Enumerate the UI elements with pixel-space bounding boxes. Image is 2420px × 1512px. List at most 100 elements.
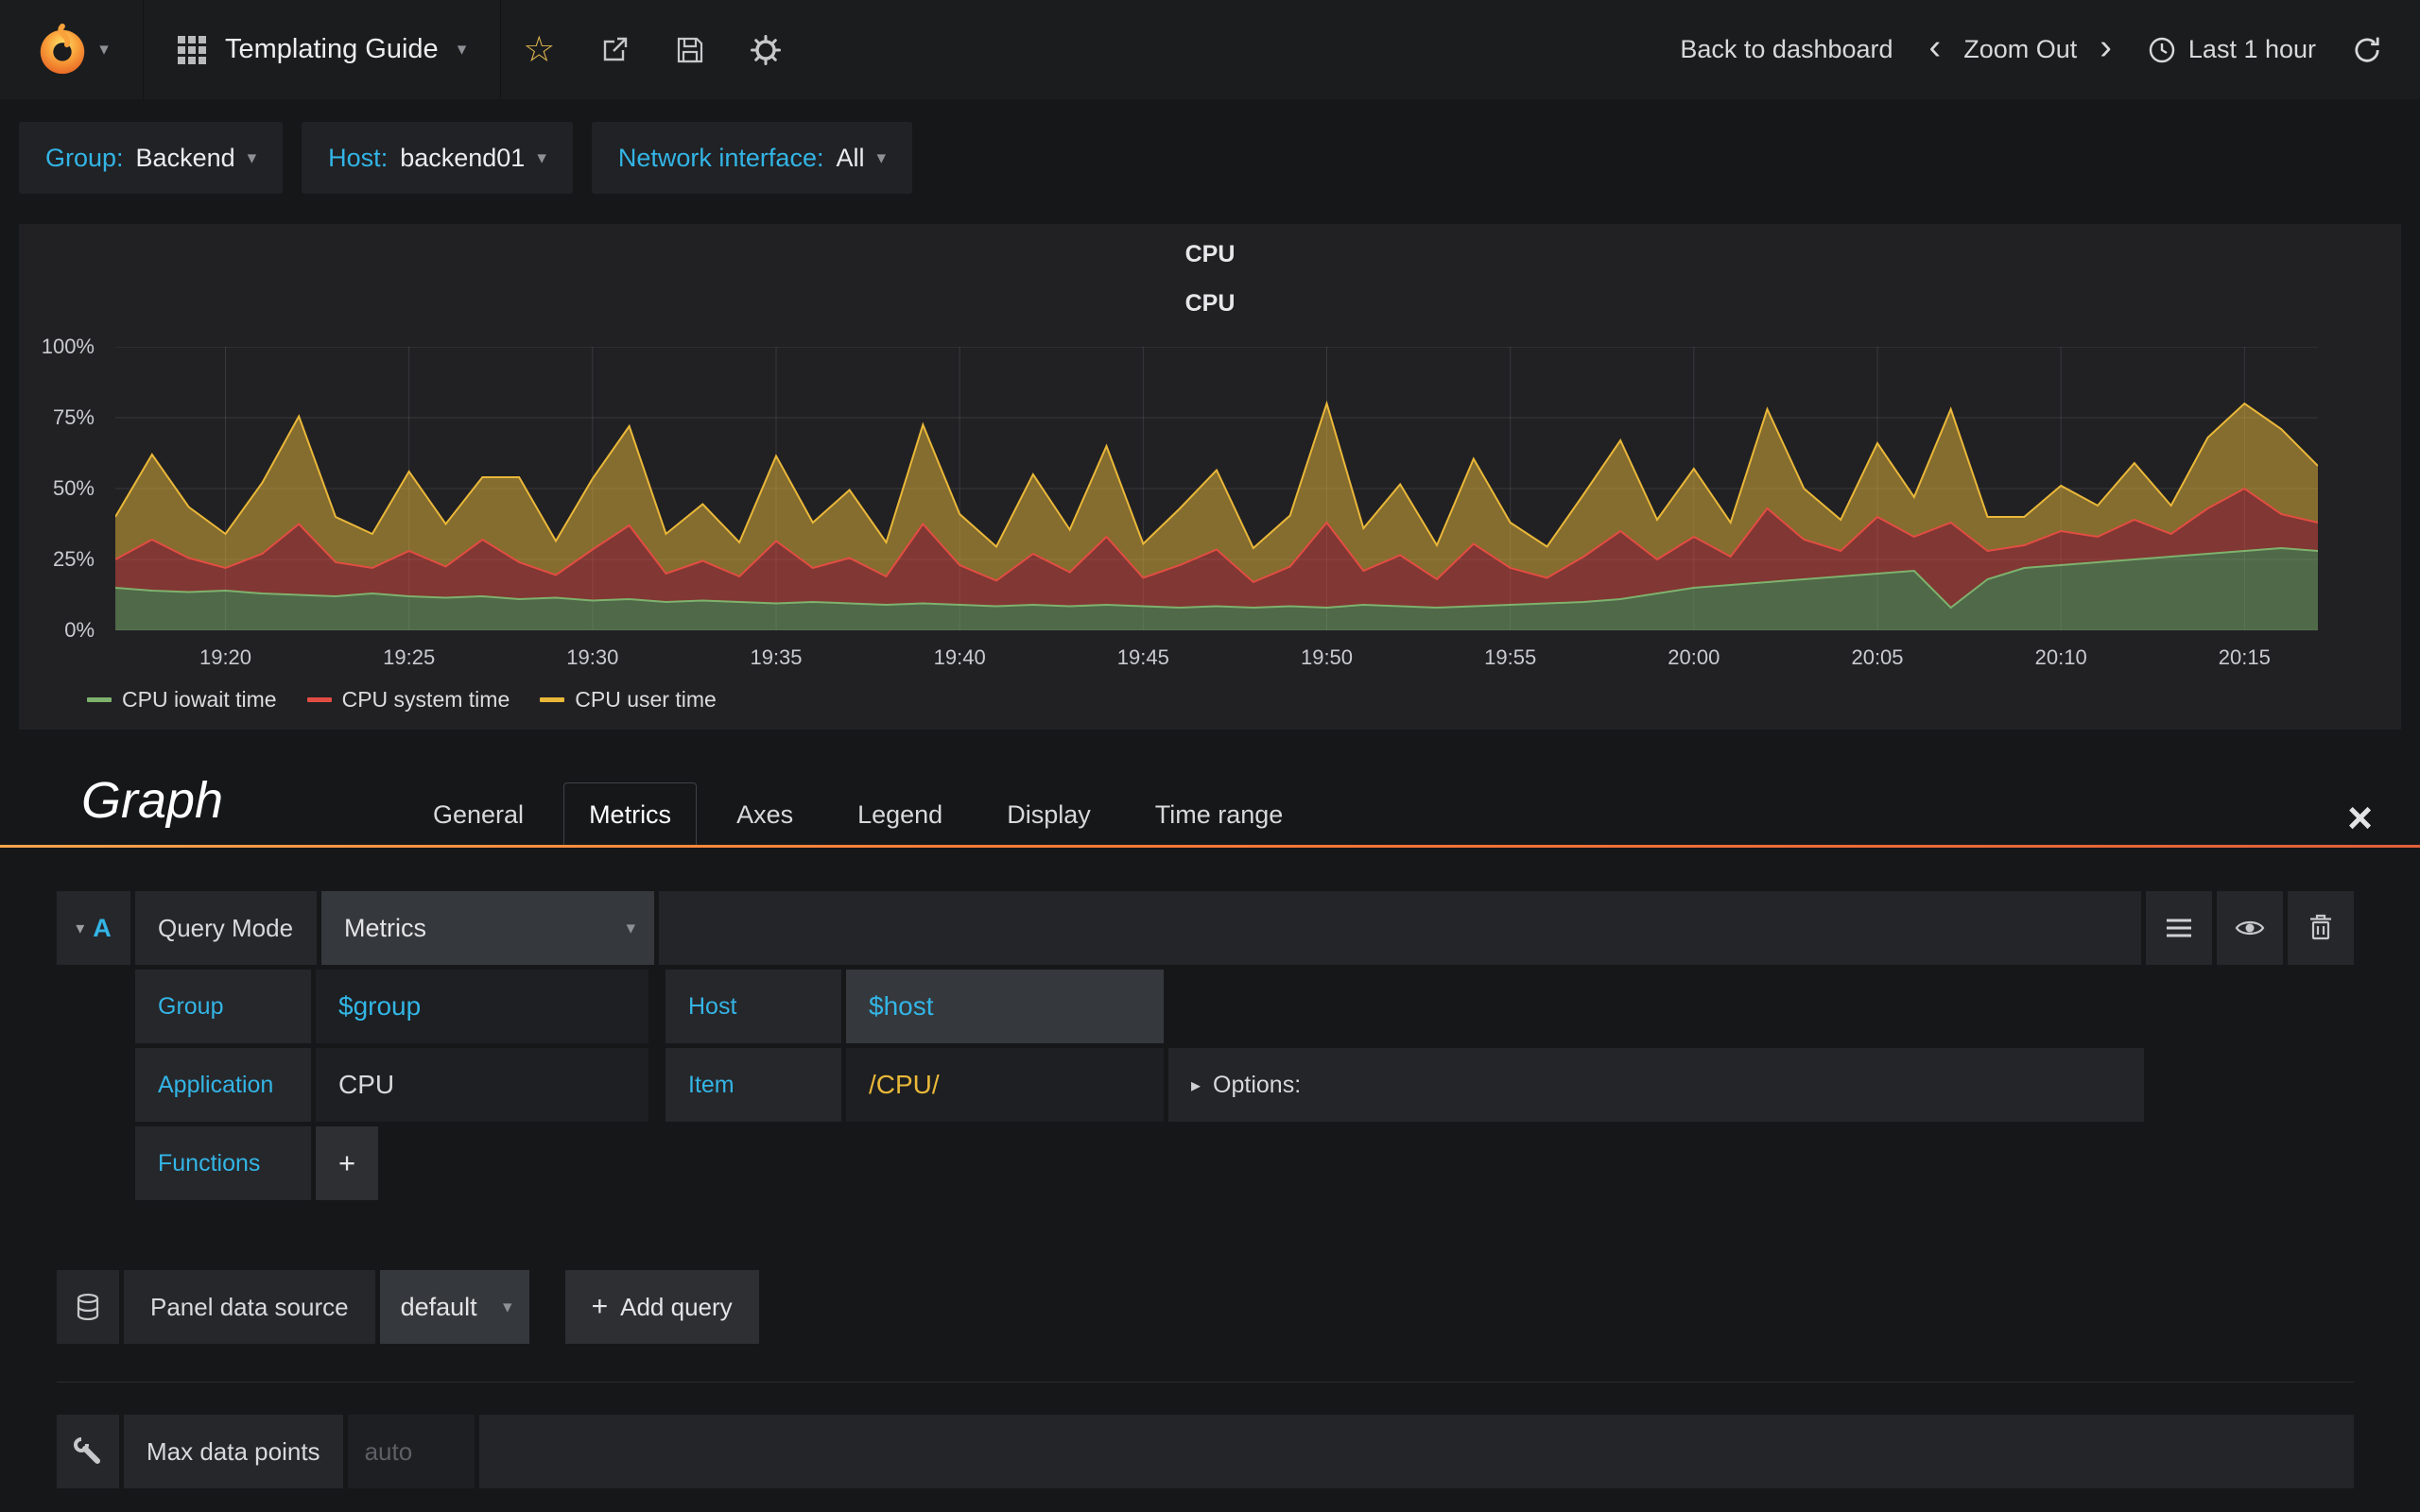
database-icon xyxy=(77,1293,99,1321)
tab-time-range[interactable]: Time range xyxy=(1131,783,1308,845)
row-indent xyxy=(57,970,130,1043)
navbar: ▾ Templating Guide ▾ ☆ Back to dashboard xyxy=(0,0,2420,99)
add-query-button[interactable]: + Add query xyxy=(564,1270,759,1344)
panel-title[interactable]: CPU xyxy=(19,239,2401,269)
grafana-logo-button[interactable]: ▾ xyxy=(0,0,144,99)
dashboard-title: Templating Guide xyxy=(225,34,439,64)
variable-netif-dropdown[interactable]: Network interface: All ▾ xyxy=(591,122,913,194)
host-label: Host xyxy=(666,970,841,1043)
variable-value: All xyxy=(836,143,865,172)
y-axis-tick-label: 25% xyxy=(52,547,95,571)
x-axis-labels: 19:20 19:25 19:30 19:35 19:40 19:45 19:50 19:55… xyxy=(115,640,2318,672)
host-input[interactable]: $host xyxy=(846,970,1164,1043)
x-axis-tick-label: 19:35 xyxy=(750,645,803,669)
datasource-select[interactable]: default ▾ xyxy=(379,1270,529,1344)
chevron-left-icon[interactable]: ‹ xyxy=(1929,29,1942,71)
add-function-button[interactable]: + xyxy=(316,1126,378,1200)
row-indent xyxy=(57,1126,130,1200)
query-row-mode: ▾ A Query Mode Metrics ▾ xyxy=(57,891,2354,965)
query-delete-button[interactable] xyxy=(2288,891,2354,965)
x-axis-tick-label: 19:40 xyxy=(933,645,986,669)
variable-host-dropdown[interactable]: Host: backend01 ▾ xyxy=(302,122,573,194)
x-axis-tick-label: 19:45 xyxy=(1116,645,1169,669)
options-label: Options: xyxy=(1213,1071,1302,1098)
query-menu-button[interactable] xyxy=(2146,891,2212,965)
chart-plot-area: 100% 75% 50% 25% 0% xyxy=(42,335,2318,642)
zoom-controls: ‹ Zoom Out › xyxy=(1929,29,2112,71)
star-dashboard-button[interactable]: ☆ xyxy=(501,0,577,99)
application-label: Application xyxy=(135,1048,311,1122)
legend-label: CPU iowait time xyxy=(122,687,277,712)
tab-metrics[interactable]: Metrics xyxy=(563,782,698,845)
query-toggle-visibility-button[interactable] xyxy=(2217,891,2283,965)
cpu-chart[interactable] xyxy=(115,347,2318,630)
template-variables-row: Group: Backend ▾ Host: backend01 ▾ Netwo… xyxy=(0,99,2420,194)
plus-icon: + xyxy=(591,1291,609,1322)
variable-value: Backend xyxy=(135,143,235,172)
share-icon xyxy=(604,37,628,60)
item-label: Item xyxy=(666,1048,841,1122)
legend-item[interactable]: CPU system time xyxy=(306,687,510,713)
eye-icon xyxy=(2235,920,2265,936)
variable-value: backend01 xyxy=(400,143,526,172)
tab-axes[interactable]: Axes xyxy=(712,783,818,845)
legend-label: CPU user time xyxy=(575,687,717,712)
settings-button[interactable] xyxy=(728,0,804,99)
save-dashboard-button[interactable] xyxy=(652,0,728,99)
refresh-button[interactable] xyxy=(2352,35,2382,65)
datasource-row: Panel data source default ▾ + Add query xyxy=(57,1270,2354,1344)
star-icon: ☆ xyxy=(523,29,556,70)
tab-display[interactable]: Display xyxy=(982,783,1115,845)
tab-general[interactable]: General xyxy=(408,783,548,845)
item-input[interactable]: /CPU/ xyxy=(846,1048,1164,1122)
application-input[interactable]: CPU xyxy=(316,1048,648,1122)
panel-editor-header: Graph General Metrics Axes Legend Displa… xyxy=(0,771,2420,845)
back-to-dashboard-link[interactable]: Back to dashboard xyxy=(1680,35,1893,64)
chart-title: CPU xyxy=(1184,290,1236,317)
max-data-points-label: Max data points xyxy=(124,1415,343,1488)
add-query-label: Add query xyxy=(620,1292,733,1321)
legend-item[interactable]: CPU iowait time xyxy=(87,687,277,713)
refresh-icon xyxy=(2355,37,2379,62)
share-dashboard-button[interactable] xyxy=(577,0,652,99)
row-indent xyxy=(57,1048,130,1122)
time-range-picker[interactable]: Last 1 hour xyxy=(2148,35,2316,64)
cpu-graph-panel: CPU CPU 100% 75% 50% 25% 0% 19:20 19:25 19:30 1… xyxy=(19,224,2401,730)
legend-swatch-icon xyxy=(306,697,332,702)
close-icon[interactable]: × xyxy=(2347,796,2386,845)
x-axis-tick-label: 19:50 xyxy=(1300,645,1354,669)
collapse-caret-icon: ▾ xyxy=(76,918,85,937)
legend-item[interactable]: CPU user time xyxy=(540,687,717,713)
caret-down-icon: ▾ xyxy=(99,40,109,60)
query-mode-select[interactable]: Metrics ▾ xyxy=(321,891,654,965)
query-ref-toggle[interactable]: ▾ A xyxy=(57,891,130,965)
dashboard-grid-icon xyxy=(178,35,206,64)
options-caret-icon: ▸ xyxy=(1191,1074,1201,1096)
row-filler xyxy=(478,1415,2354,1488)
group-input[interactable]: $group xyxy=(316,970,648,1043)
caret-down-icon: ▾ xyxy=(876,147,887,168)
query-mode-value: Metrics xyxy=(344,913,426,942)
datasource-icon-cell xyxy=(57,1270,119,1344)
dashboard-title-dropdown[interactable]: Templating Guide ▾ xyxy=(144,0,502,99)
tab-legend[interactable]: Legend xyxy=(833,783,967,845)
y-axis-tick-label: 75% xyxy=(52,405,95,429)
max-data-points-input[interactable] xyxy=(364,1436,458,1467)
query-editor: ▾ A Query Mode Metrics ▾ Group $group Ho… xyxy=(57,891,2354,1488)
grafana-logo-icon xyxy=(40,23,85,74)
panel-type-title: Graph xyxy=(81,772,224,829)
chevron-right-icon[interactable]: › xyxy=(2100,29,2112,71)
functions-label: Functions xyxy=(135,1126,311,1200)
zoom-out-button[interactable]: Zoom Out xyxy=(1963,35,2077,64)
options-toggle[interactable]: ▸ Options: xyxy=(1168,1048,2144,1122)
y-axis-tick-label: 0% xyxy=(64,618,95,642)
clock-icon xyxy=(2149,37,2175,62)
caret-down-icon: ▾ xyxy=(537,147,546,168)
variable-group-dropdown[interactable]: Group: Backend ▾ xyxy=(19,122,284,194)
x-axis-tick-label: 19:25 xyxy=(383,645,436,669)
query-row-group-host: Group $group Host $host xyxy=(57,970,2354,1043)
y-axis-tick-label: 100% xyxy=(41,335,95,358)
x-axis-tick-label: 20:10 xyxy=(2034,645,2087,669)
hamburger-icon xyxy=(2167,919,2191,937)
cell-gap xyxy=(534,1270,561,1344)
